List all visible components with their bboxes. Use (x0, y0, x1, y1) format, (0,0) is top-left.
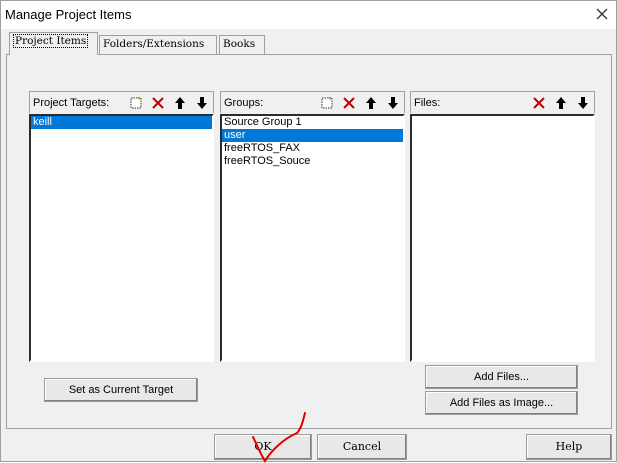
ok-button[interactable]: OK (214, 434, 312, 460)
groups-header: Groups: (220, 91, 405, 113)
list-item[interactable]: user (222, 129, 403, 142)
delete-icon[interactable] (340, 94, 358, 112)
groups-label: Groups: (224, 97, 264, 109)
tab-label: Books (223, 38, 256, 50)
files-group: Files: (410, 91, 595, 363)
add-files-as-image-button[interactable]: Add Files as Image... (425, 391, 578, 415)
project-targets-group: Project Targets: keill (29, 91, 214, 363)
manage-project-items-dialog: Manage Project Items Project Items Folde… (0, 0, 617, 463)
new-icon[interactable] (318, 94, 336, 112)
move-up-icon[interactable] (362, 94, 380, 112)
tab-project-items[interactable]: Project Items (9, 32, 98, 55)
move-down-icon[interactable] (384, 94, 402, 112)
project-targets-label: Project Targets: (33, 97, 110, 109)
move-down-icon[interactable] (193, 94, 211, 112)
set-current-target-button[interactable]: Set as Current Target (44, 378, 198, 402)
files-header: Files: (410, 91, 595, 113)
delete-icon[interactable] (530, 94, 548, 112)
tab-books[interactable]: Books (219, 35, 265, 54)
groups-list[interactable]: Source Group 1 user freeRTOS_FAX freeRTO… (220, 114, 405, 362)
files-label: Files: (414, 97, 441, 109)
list-item[interactable]: Source Group 1 (222, 116, 403, 129)
move-up-icon[interactable] (552, 94, 570, 112)
tab-label: Folders/Extensions (103, 38, 205, 50)
list-item[interactable]: keill (31, 116, 212, 129)
title-bar: Manage Project Items (1, 1, 616, 29)
delete-icon[interactable] (149, 94, 167, 112)
groups-group: Groups: Source Group 1 user freeRTOS_FAX (220, 91, 405, 363)
project-targets-list[interactable]: keill (29, 114, 214, 362)
new-icon[interactable] (127, 94, 145, 112)
tab-folders-extensions[interactable]: Folders/Extensions (99, 35, 217, 54)
tab-label: Project Items (13, 34, 89, 48)
add-files-button[interactable]: Add Files... (425, 365, 578, 389)
move-up-icon[interactable] (171, 94, 189, 112)
list-item[interactable]: freeRTOS_Souce (222, 155, 403, 168)
project-targets-header: Project Targets: (29, 91, 214, 113)
close-icon[interactable] (594, 6, 610, 22)
dialog-title: Manage Project Items (5, 7, 132, 22)
files-list[interactable] (410, 114, 595, 362)
move-down-icon[interactable] (574, 94, 592, 112)
cancel-button[interactable]: Cancel (317, 434, 407, 460)
list-item[interactable]: freeRTOS_FAX (222, 142, 403, 155)
help-button[interactable]: Help (526, 434, 612, 460)
